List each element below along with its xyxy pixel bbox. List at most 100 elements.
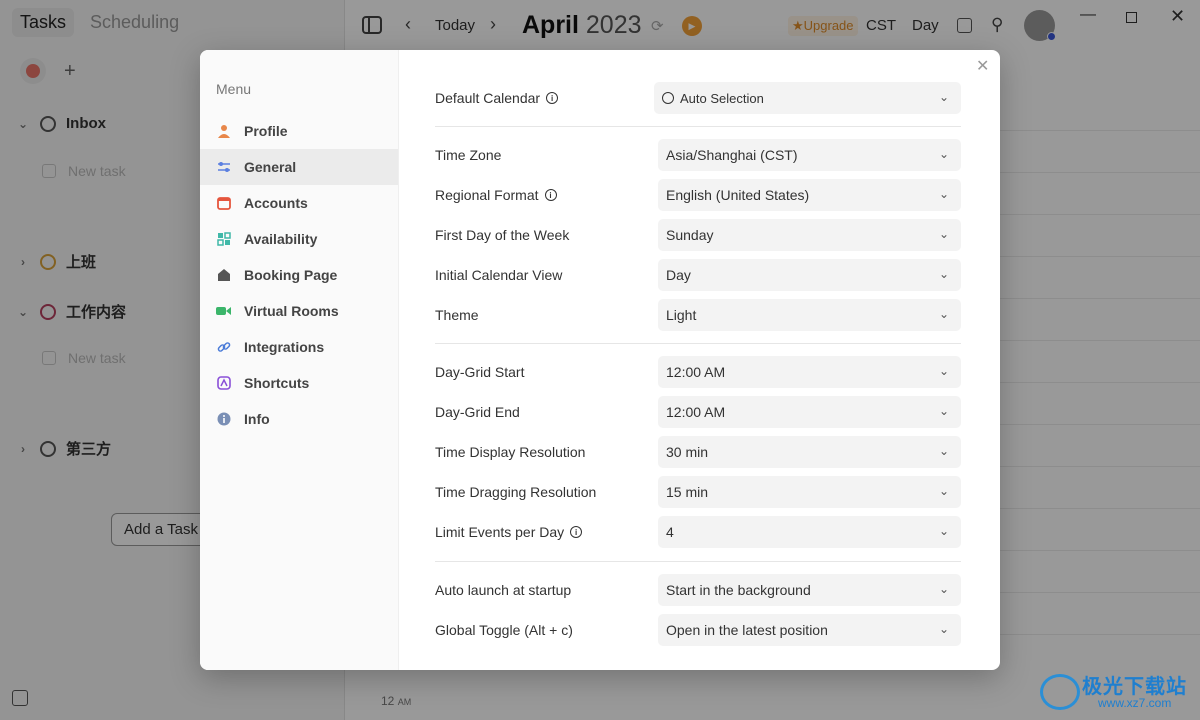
limit-events-select[interactable]: 4 ⌄ — [658, 516, 961, 548]
chevron-down-icon: ⌄ — [939, 582, 950, 596]
close-icon[interactable]: ✕ — [976, 56, 989, 76]
select-value: 12:00 AM — [666, 364, 726, 380]
setting-theme: Theme Light ⌄ — [435, 299, 961, 331]
menu-item-label: Availability — [244, 231, 318, 247]
chevron-down-icon: ⌄ — [939, 524, 950, 538]
watermark-logo-icon — [1040, 674, 1080, 710]
info-icon[interactable]: i — [544, 189, 557, 201]
menu-item-profile[interactable]: Profile — [200, 113, 398, 149]
menu-heading: Menu — [216, 81, 252, 97]
link-icon — [216, 340, 231, 355]
setting-display-resolution: Time Display Resolution 30 min ⌄ — [435, 436, 961, 468]
setting-label: Regional Format i — [435, 187, 557, 203]
select-value: Light — [666, 307, 697, 323]
label-text: Global Toggle (Alt + c) — [435, 622, 573, 638]
setting-label: Time Display Resolution — [435, 444, 585, 460]
chevron-down-icon: ⌄ — [939, 90, 950, 104]
setting-time-zone: Time Zone Asia/Shanghai (CST) ⌄ — [435, 139, 961, 171]
calendar-icon — [216, 196, 231, 211]
menu-item-booking-page[interactable]: Booking Page — [200, 257, 398, 293]
label-text: Default Calendar — [435, 90, 541, 106]
global-toggle-select[interactable]: Open in the latest position ⌄ — [658, 614, 961, 646]
setting-label: Time Dragging Resolution — [435, 484, 596, 500]
menu-item-accounts[interactable]: Accounts — [200, 185, 398, 221]
setting-drag-resolution: Time Dragging Resolution 15 min ⌄ — [435, 476, 961, 508]
video-icon — [216, 304, 231, 319]
watermark-text: 极光下载站 — [1082, 676, 1187, 698]
select-value: 12:00 AM — [666, 404, 726, 420]
default-calendar-select[interactable]: Auto Selection ⌄ — [654, 82, 961, 114]
label-text: Theme — [435, 307, 479, 323]
menu-item-label: Accounts — [244, 195, 308, 211]
home-icon — [216, 268, 231, 283]
chevron-down-icon: ⌄ — [939, 227, 950, 241]
menu-item-general[interactable]: General — [200, 149, 398, 185]
settings-modal: Menu Profile General Accounts Availabili… — [200, 50, 1000, 670]
divider — [435, 561, 961, 562]
setting-label: First Day of the Week — [435, 227, 569, 243]
select-value: English (United States) — [666, 187, 810, 203]
label-text: Regional Format — [435, 187, 539, 203]
menu-item-virtual-rooms[interactable]: Virtual Rooms — [200, 293, 398, 329]
divider — [435, 126, 961, 127]
grid-icon — [216, 232, 231, 247]
grid-start-select[interactable]: 12:00 AM ⌄ — [658, 356, 961, 388]
grid-end-select[interactable]: 12:00 AM ⌄ — [658, 396, 961, 428]
menu-item-label: Shortcuts — [244, 375, 310, 391]
select-value: 30 min — [666, 444, 709, 460]
menu-item-label: Virtual Rooms — [244, 303, 339, 319]
chevron-down-icon: ⌄ — [939, 187, 950, 201]
watermark: 极光下载站 www.xz7.com — [1040, 668, 1200, 716]
label-text: Day-Grid Start — [435, 364, 525, 380]
setting-regional-format: Regional Format i English (United States)… — [435, 179, 961, 211]
info-icon[interactable]: i — [546, 92, 559, 104]
setting-label: Day-Grid Start — [435, 364, 524, 380]
label-text: Day-Grid End — [435, 404, 520, 420]
display-resolution-select[interactable]: 30 min ⌄ — [658, 436, 961, 468]
setting-label: Limit Events per Day i — [435, 524, 583, 540]
chevron-down-icon: ⌄ — [939, 444, 950, 458]
label-text: Time Zone — [435, 147, 502, 163]
theme-select[interactable]: Light ⌄ — [658, 299, 961, 331]
select-value: Asia/Shanghai (CST) — [666, 147, 798, 163]
setting-label: Theme — [435, 307, 479, 323]
setting-label: Time Zone — [435, 147, 501, 163]
label-text: Auto launch at startup — [435, 582, 572, 598]
setting-grid-start: Day-Grid Start 12:00 AM ⌄ — [435, 356, 961, 388]
regional-format-select[interactable]: English (United States) ⌄ — [658, 179, 961, 211]
menu-item-shortcuts[interactable]: Shortcuts — [200, 365, 398, 401]
divider — [435, 343, 961, 344]
menu-item-label: Profile — [244, 123, 288, 139]
person-icon — [216, 124, 231, 139]
select-value: Auto Selection — [680, 90, 764, 106]
drag-resolution-select[interactable]: 15 min ⌄ — [658, 476, 961, 508]
setting-grid-end: Day-Grid End 12:00 AM ⌄ — [435, 396, 961, 428]
label-text: Limit Events per Day — [435, 524, 565, 540]
chevron-down-icon: ⌄ — [939, 267, 950, 281]
setting-label: Auto launch at startup — [435, 582, 571, 598]
label-text: First Day of the Week — [435, 227, 570, 243]
radio-icon — [662, 92, 674, 104]
setting-label: Initial Calendar View — [435, 267, 562, 283]
menu-item-label: General — [244, 159, 297, 175]
info-icon[interactable]: i — [570, 526, 583, 538]
label-text: Time Dragging Resolution — [435, 484, 597, 500]
setting-initial-view: Initial Calendar View Day ⌄ — [435, 259, 961, 291]
select-value: Sunday — [666, 227, 714, 243]
keyboard-icon — [216, 376, 231, 391]
first-day-select[interactable]: Sunday ⌄ — [658, 219, 961, 251]
initial-view-select[interactable]: Day ⌄ — [658, 259, 961, 291]
setting-label: Day-Grid End — [435, 404, 520, 420]
menu-item-info[interactable]: Info — [200, 401, 398, 437]
menu-item-integrations[interactable]: Integrations — [200, 329, 398, 365]
chevron-down-icon: ⌄ — [939, 307, 950, 321]
chevron-down-icon: ⌄ — [939, 622, 950, 636]
time-zone-select[interactable]: Asia/Shanghai (CST) ⌄ — [658, 139, 961, 171]
setting-global-toggle: Global Toggle (Alt + c) Open in the late… — [435, 614, 961, 646]
menu-item-availability[interactable]: Availability — [200, 221, 398, 257]
auto-launch-select[interactable]: Start in the background ⌄ — [658, 574, 961, 606]
label-text: Time Display Resolution — [435, 444, 586, 460]
select-value: 15 min — [666, 484, 709, 500]
menu-item-label: Integrations — [244, 339, 325, 355]
setting-label: Default Calendar i — [435, 90, 559, 106]
